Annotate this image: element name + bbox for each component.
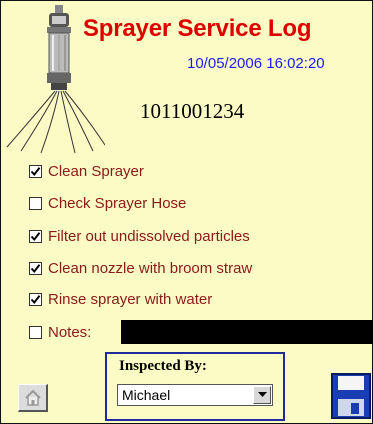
- save-button[interactable]: [331, 373, 371, 419]
- task-label: Clean nozzle with broom straw: [48, 259, 253, 277]
- inspector-value: Michael: [122, 387, 171, 403]
- task-clean-nozzle[interactable]: Clean nozzle with broom straw: [29, 258, 252, 278]
- checkbox[interactable]: [29, 229, 42, 243]
- inspector-label: Inspected By:: [119, 358, 207, 374]
- chevron-down-icon[interactable]: [253, 386, 271, 404]
- notes-input[interactable]: [121, 320, 373, 344]
- task-label: Filter out undissolved particles: [48, 227, 250, 245]
- task-label: Rinse sprayer with water: [48, 290, 213, 308]
- inspector-select[interactable]: Michael: [117, 384, 273, 406]
- task-rinse-sprayer[interactable]: Rinse sprayer with water: [29, 289, 212, 309]
- checkbox[interactable]: [29, 164, 42, 178]
- checkbox[interactable]: [29, 261, 42, 275]
- checkbox[interactable]: [29, 292, 42, 306]
- notes-label: Notes:: [48, 323, 92, 341]
- notes-row[interactable]: Notes:: [29, 322, 91, 342]
- app-window: Sprayer Service Log 10/05/2006 16:02:20 …: [0, 0, 373, 424]
- serial-number: 1011001234: [140, 99, 245, 123]
- home-icon: [24, 389, 41, 406]
- home-button[interactable]: [18, 384, 48, 412]
- task-label: Check Sprayer Hose: [48, 194, 187, 212]
- task-clean-sprayer[interactable]: Clean Sprayer: [29, 161, 144, 181]
- task-label: Clean Sprayer: [48, 162, 144, 180]
- page-title: Sprayer Service Log: [83, 15, 312, 42]
- inspector-panel: Inspected By: Michael: [105, 352, 285, 421]
- task-check-sprayer-hose[interactable]: Check Sprayer Hose: [29, 193, 186, 213]
- checkbox[interactable]: [29, 196, 42, 210]
- task-filter-particles[interactable]: Filter out undissolved particles: [29, 226, 250, 246]
- notes-checkbox[interactable]: [29, 325, 42, 339]
- timestamp: 10/05/2006 16:02:20: [187, 55, 325, 72]
